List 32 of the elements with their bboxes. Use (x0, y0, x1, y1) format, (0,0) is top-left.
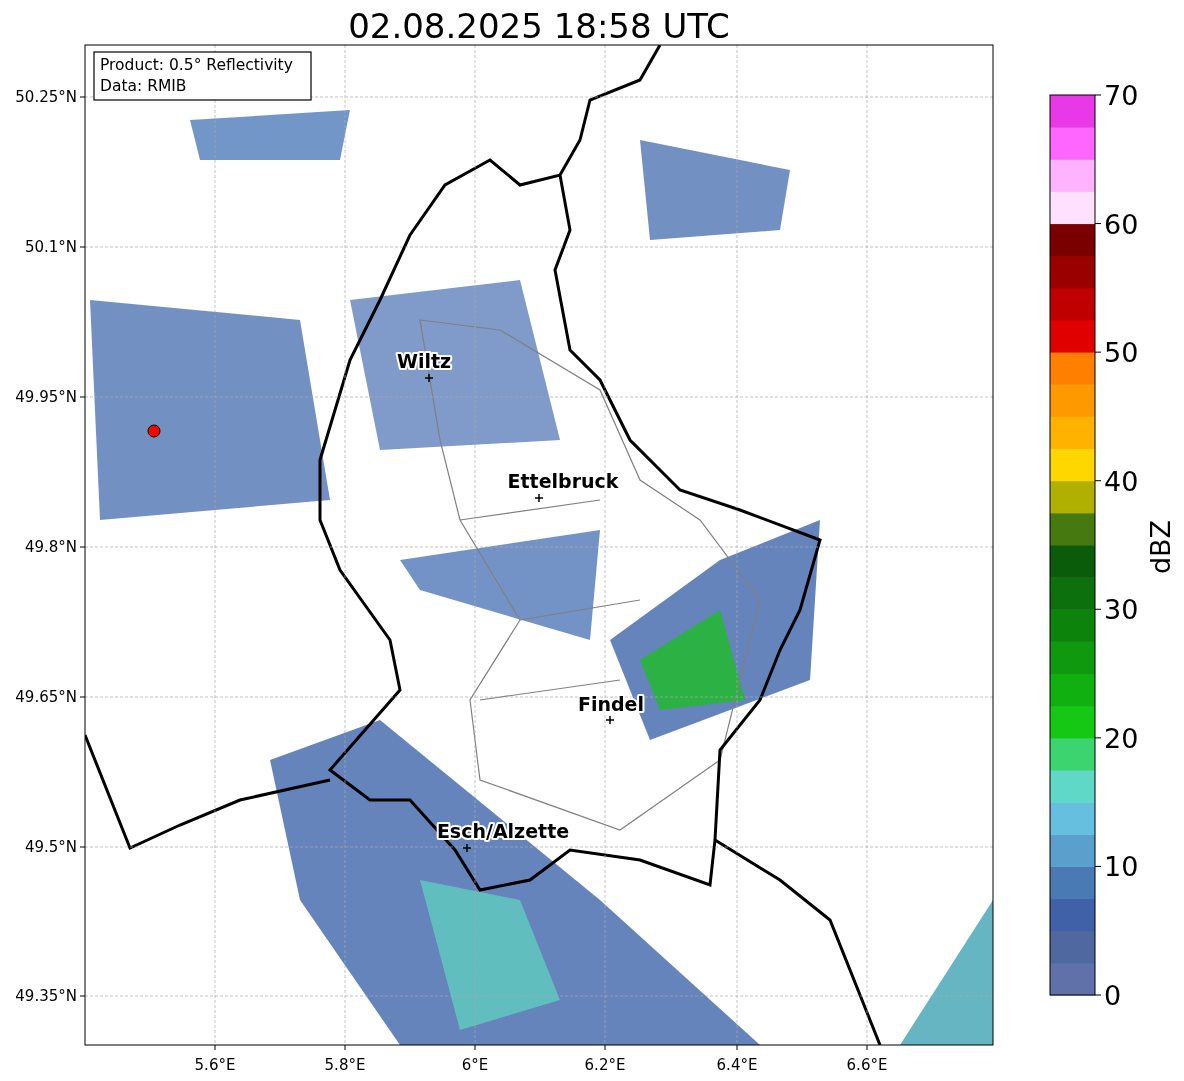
product-label: Product: 0.5° Reflectivity (100, 56, 293, 74)
data-source-label: Data: RMIB (100, 77, 187, 95)
colorbar-tick-label: 50 (1104, 337, 1139, 369)
city-label: Wiltz (396, 350, 452, 372)
y-tick-label: 49.95°N (15, 388, 77, 406)
x-tick-label: 6.6°E (846, 1056, 888, 1074)
colorbar-tick-label: 10 (1104, 851, 1139, 883)
colorbar-tick-label: 60 (1104, 208, 1139, 240)
city-label: Ettelbruck (507, 470, 619, 492)
city-marker-icon (462, 843, 472, 853)
y-tick-label: 50.25°N (15, 88, 77, 106)
city-marker-icon (534, 493, 544, 503)
y-tick-label: 49.35°N (15, 987, 77, 1005)
y-tick-label: 49.8°N (24, 538, 77, 556)
colorbar-tick-label: 70 (1104, 80, 1139, 111)
x-tick-label: 6°E (461, 1056, 489, 1074)
y-tick-label: 49.5°N (24, 838, 77, 856)
y-tick-label: 50.1°N (24, 238, 77, 256)
chart-title: 02.08.2025 18:58 UTC (348, 6, 730, 46)
colorbar-tick-label: 30 (1104, 594, 1139, 626)
colorbar-tick-label: 40 (1104, 465, 1139, 497)
x-tick-label: 6.4°E (716, 1056, 758, 1074)
city-marker-icon (424, 373, 434, 383)
colorbar-label: dBZ (1145, 519, 1176, 575)
x-tick-label: 5.8°E (324, 1056, 366, 1074)
colorbar-tick-label: 0 (1104, 980, 1122, 1011)
y-tick-label: 49.65°N (15, 688, 77, 706)
city-marker-icon (605, 715, 615, 725)
colorbar-tick-label: 20 (1104, 722, 1139, 754)
x-tick-label: 6.2°E (584, 1056, 626, 1074)
radar-site-icon (147, 424, 161, 438)
x-tick-label: 5.6°E (194, 1056, 236, 1074)
